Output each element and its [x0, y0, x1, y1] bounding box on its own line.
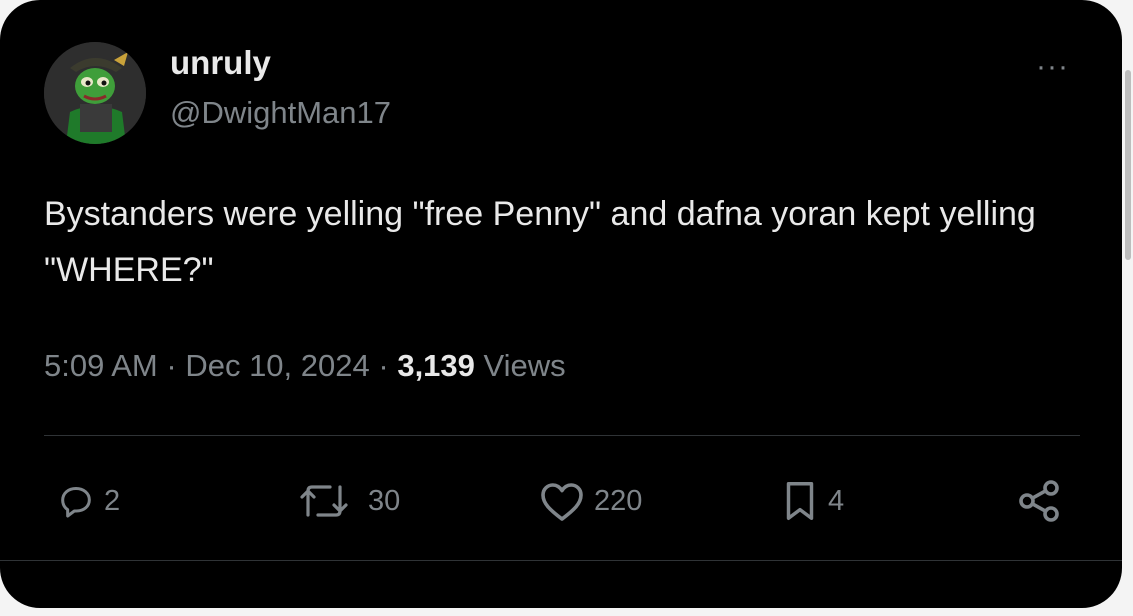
share-button[interactable]	[1015, 476, 1063, 526]
display-name[interactable]: unruly	[170, 44, 271, 82]
views-label: Views	[483, 348, 566, 383]
retweet-button[interactable]: 30	[296, 476, 400, 526]
divider	[0, 560, 1122, 561]
tweet-meta: 5:09 AM · Dec 10, 2024 · 3,139 Views	[44, 348, 566, 384]
meta-separator: ·	[166, 348, 177, 383]
avatar[interactable]	[44, 42, 146, 144]
bookmark-count: 4	[828, 484, 845, 517]
tweet-text: Bystanders were yelling "free Penny" and…	[44, 195, 1036, 289]
more-icon[interactable]: ···	[1036, 50, 1069, 84]
reply-count: 2	[104, 484, 121, 517]
frog-avatar-icon	[44, 42, 146, 144]
user-handle[interactable]: @DwightMan17	[170, 95, 391, 131]
like-count: 220	[594, 484, 643, 517]
reply-button[interactable]: 2	[56, 476, 120, 526]
retweet-count: 30	[368, 484, 401, 517]
retweet-icon	[300, 485, 348, 517]
bookmark-icon	[786, 482, 814, 520]
reply-icon	[61, 487, 91, 518]
bookmark-button[interactable]: 4	[780, 476, 844, 526]
tweet-date[interactable]: Dec 10, 2024	[185, 348, 369, 383]
share-icon	[1019, 480, 1059, 522]
like-button[interactable]: 220	[538, 476, 642, 526]
views-count: 3,139	[397, 348, 475, 383]
tweet-time[interactable]: 5:09 AM	[44, 348, 158, 383]
divider	[44, 435, 1080, 436]
meta-separator: ·	[378, 348, 389, 383]
scrollbar[interactable]	[1125, 70, 1131, 260]
tweet-card: unruly @DwightMan17 ··· Bystanders were …	[0, 0, 1122, 608]
heart-icon	[541, 483, 583, 521]
